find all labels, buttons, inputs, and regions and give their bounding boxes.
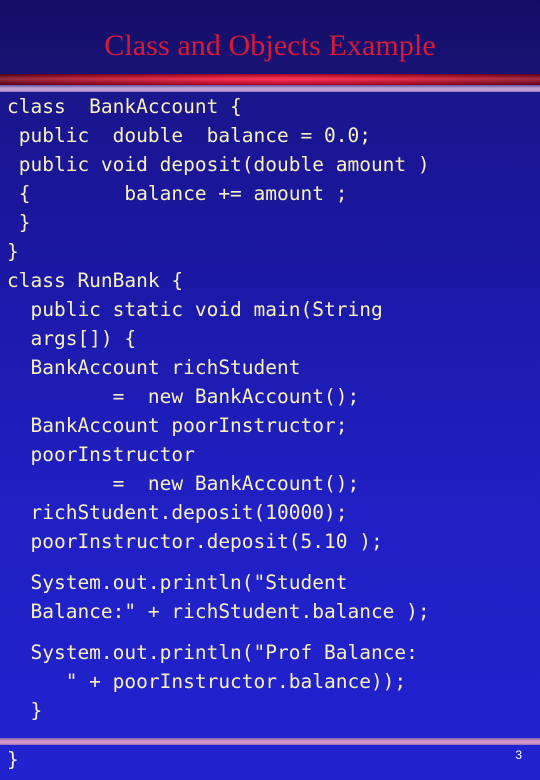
code-line: public static void main(String — [7, 298, 383, 321]
page-title: Class and Objects Example — [104, 29, 436, 62]
code-line: } — [7, 699, 43, 722]
code-line: poorInstructor.deposit(5.10 ); — [7, 530, 383, 553]
code-line: class RunBank { — [7, 269, 184, 292]
code-block: class BankAccount { public double balanc… — [0, 92, 540, 738]
header-accent-bar-red — [0, 74, 540, 85]
code-line: System.out.println("Student — [7, 571, 348, 594]
code-line: " + poorInstructor.balance)); — [7, 670, 407, 693]
code-line: } — [7, 240, 19, 263]
code-line: = new BankAccount(); — [7, 472, 360, 495]
code-line: { balance += amount ; — [7, 182, 348, 205]
code-line: public void deposit(double amount ) — [7, 153, 430, 176]
page-number: 3 — [515, 748, 522, 762]
code-line: } — [7, 211, 31, 234]
footer-accent-bar — [0, 738, 540, 745]
code-line: args[]) { — [7, 327, 137, 350]
code-line: public double balance = 0.0; — [7, 124, 371, 147]
code-line: System.out.println("Prof Balance: — [7, 641, 418, 664]
code-line: class BankAccount { — [7, 95, 242, 118]
slide: Class and Objects Example class BankAcco… — [0, 0, 540, 780]
code-line: BankAccount poorInstructor; — [7, 414, 348, 437]
code-line: poorInstructor — [7, 443, 195, 466]
code-footer-line: } — [7, 748, 19, 771]
code-line: = new BankAccount(); — [7, 385, 360, 408]
code-line: Balance:" + richStudent.balance ); — [7, 600, 430, 623]
header-accent-bar-lavender — [0, 85, 540, 92]
code-line: richStudent.deposit(10000); — [7, 501, 348, 524]
code-line: BankAccount richStudent — [7, 356, 301, 379]
